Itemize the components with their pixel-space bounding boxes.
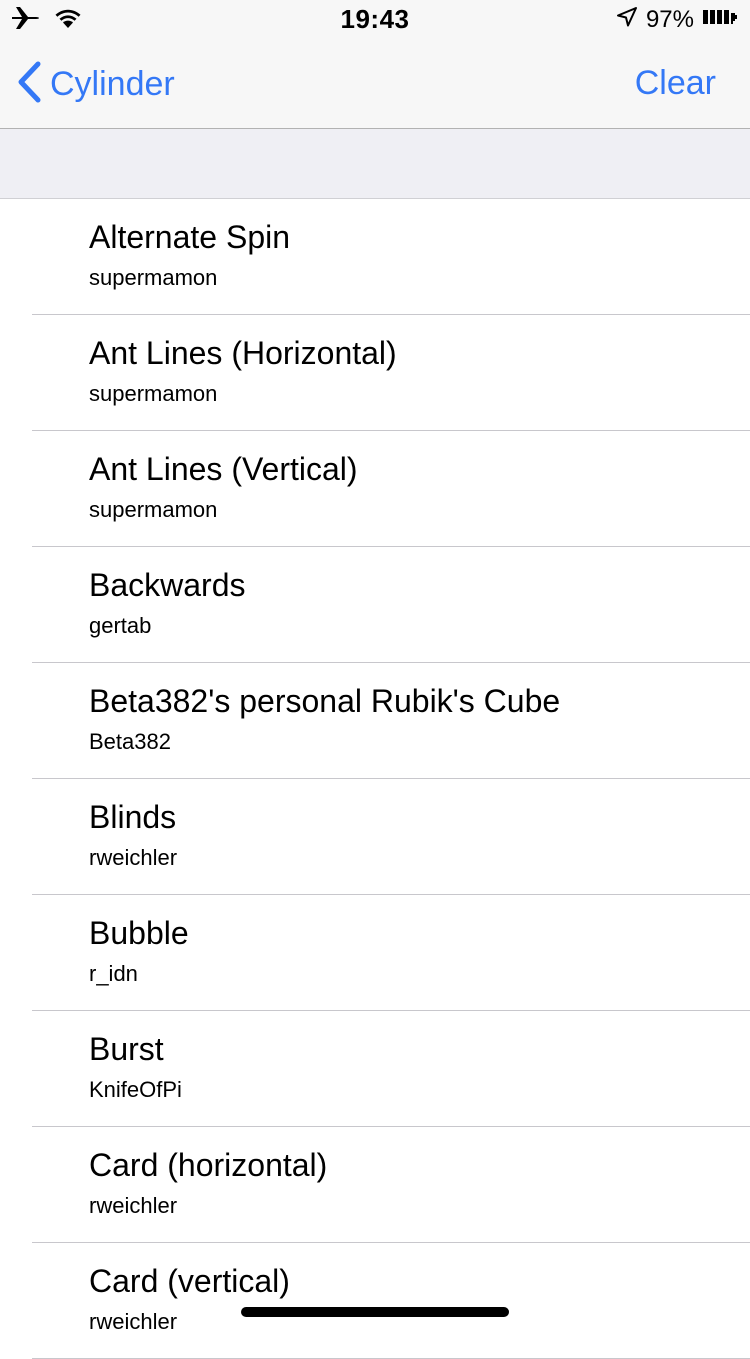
list-item-author: supermamon	[89, 265, 218, 290]
list-item-beta382-rubiks-cube[interactable]: Beta382's personal Rubik's Cube Beta382	[32, 663, 750, 779]
battery-icon	[702, 6, 738, 35]
list-item-ant-lines-vertical[interactable]: Ant Lines (Vertical) supermamon	[32, 431, 750, 547]
status-right: 97%	[616, 6, 738, 34]
battery-percent: 97%	[645, 6, 694, 33]
list-item-author: rweichler	[89, 1309, 178, 1334]
list-item-alternate-spin[interactable]: Alternate Spin supermamon	[32, 199, 750, 315]
clear-button[interactable]: Clear	[635, 64, 716, 103]
list-item-title: Alternate Spin	[89, 219, 291, 255]
back-button-label: Cylinder	[50, 64, 175, 103]
list-item-ant-lines-horizontal[interactable]: Ant Lines (Horizontal) supermamon	[32, 315, 750, 431]
list-item-card-horizontal[interactable]: Card (horizontal) rweichler	[32, 1127, 750, 1243]
list-item-card-vertical[interactable]: Card (vertical) rweichler	[32, 1243, 750, 1359]
list-item-title: Ant Lines (Horizontal)	[89, 335, 397, 371]
list-item-author: rweichler	[89, 845, 178, 870]
location-arrow-icon	[616, 6, 638, 35]
back-button[interactable]: Cylinder	[16, 61, 175, 108]
list-item-title: Burst	[89, 1031, 164, 1067]
list-item-blinds[interactable]: Blinds rweichler	[32, 779, 750, 895]
list-item-title: Card (vertical)	[89, 1263, 290, 1299]
list-item-title: Card (horizontal)	[89, 1147, 328, 1183]
list-item-burst[interactable]: Burst KnifeOfPi	[32, 1011, 750, 1127]
status-bar: 19:43 97%	[0, 0, 750, 40]
list-item-author: supermamon	[89, 381, 218, 406]
list-item-title: Blinds	[89, 799, 177, 835]
animation-list: Alternate Spin supermamon Ant Lines (Hor…	[0, 199, 750, 1359]
chevron-left-icon	[16, 61, 42, 108]
list-item-author: supermamon	[89, 497, 218, 522]
list-item-author: KnifeOfPi	[89, 1077, 182, 1102]
list-item-title: Backwards	[89, 567, 246, 603]
list-item-author: Beta382	[89, 729, 171, 754]
list-item-title: Beta382's personal Rubik's Cube	[89, 683, 561, 719]
navigation-bar: Cylinder Clear	[0, 40, 750, 128]
list-item-backwards[interactable]: Backwards gertab	[32, 547, 750, 663]
list-item-bubble[interactable]: Bubble r_idn	[32, 895, 750, 1011]
list-item-author: r_idn	[89, 961, 138, 986]
list-item-title: Bubble	[89, 915, 189, 951]
list-item-author: gertab	[89, 613, 152, 638]
home-indicator[interactable]	[241, 1307, 509, 1317]
list-item-author: rweichler	[89, 1193, 178, 1218]
list-item-title: Ant Lines (Vertical)	[89, 451, 358, 487]
section-header-gap	[0, 129, 750, 198]
